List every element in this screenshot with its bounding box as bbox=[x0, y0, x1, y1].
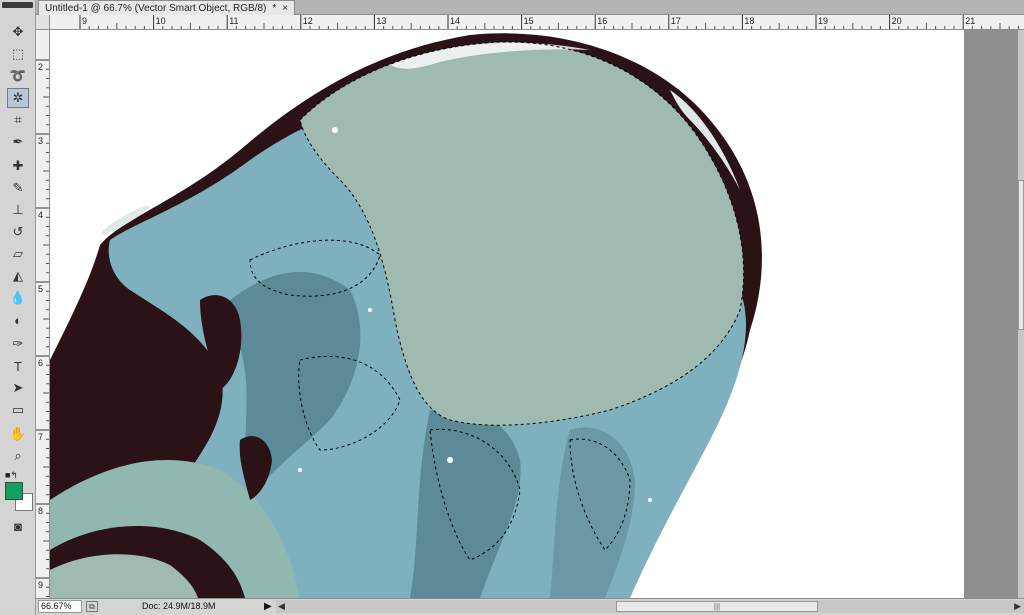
blur-icon[interactable]: 💧 bbox=[7, 288, 29, 308]
eraser-icon[interactable]: ▱ bbox=[7, 244, 29, 264]
ruler-label: 10 bbox=[156, 16, 166, 26]
hand-icon[interactable]: ✋ bbox=[7, 424, 29, 444]
ruler-label: 11 bbox=[229, 16, 238, 26]
panel-grip[interactable] bbox=[2, 2, 33, 8]
ruler-label: 16 bbox=[597, 16, 607, 26]
clone-stamp-icon[interactable]: ⊥ bbox=[7, 200, 29, 220]
vertical-scroll-thumb[interactable] bbox=[1018, 180, 1024, 330]
ruler-label: 13 bbox=[376, 16, 386, 26]
shape-icon[interactable]: ▭ bbox=[7, 400, 29, 420]
pen-icon[interactable]: ✑ bbox=[7, 334, 29, 354]
status-bar: 66.67% ⧉ Doc: 24.9M/18.9M ▶ ◀ ||| ▶ bbox=[36, 598, 1024, 615]
ruler-label: 17 bbox=[671, 16, 681, 26]
crop-icon[interactable]: ⌗ bbox=[7, 110, 29, 130]
jellyfish-artwork bbox=[50, 33, 762, 598]
document-tab-title: Untitled-1 @ 66.7% (Vector Smart Object,… bbox=[45, 2, 267, 14]
modified-marker: * bbox=[272, 2, 277, 14]
ruler-label: 2 bbox=[38, 62, 43, 72]
eyedropper-icon[interactable]: ✒ bbox=[7, 132, 29, 152]
ruler-label: 14 bbox=[450, 16, 460, 26]
marquee-icon[interactable]: ⬚ bbox=[7, 44, 29, 64]
color-swatches bbox=[5, 482, 35, 514]
foreground-color-swatch[interactable] bbox=[5, 482, 23, 500]
ruler-label: 9 bbox=[82, 16, 87, 26]
ruler-label: 9 bbox=[38, 580, 43, 590]
ruler-origin[interactable] bbox=[36, 15, 50, 30]
ruler-label: 20 bbox=[892, 16, 902, 26]
ruler-label: 12 bbox=[303, 16, 313, 26]
ruler-ticks-vertical: 2 3 4 5 6 7 8 9 bbox=[36, 59, 49, 597]
move-icon[interactable]: ✥ bbox=[7, 22, 29, 42]
vertical-scrollbar[interactable] bbox=[1018, 30, 1024, 598]
scroll-left-icon[interactable]: ◀ bbox=[278, 600, 285, 613]
highlight-spot bbox=[447, 457, 453, 463]
ruler-label: 3 bbox=[38, 136, 43, 146]
status-info-icon[interactable]: ⧉ bbox=[86, 601, 98, 612]
zoom-field[interactable]: 66.67% bbox=[38, 600, 82, 613]
ruler-label: 5 bbox=[38, 284, 43, 294]
horizontal-scroll-thumb[interactable]: ||| bbox=[616, 601, 818, 612]
ruler-label: 19 bbox=[818, 16, 828, 26]
horizontal-scrollbar[interactable]: ◀ ||| ▶ bbox=[276, 600, 1024, 613]
history-brush-icon[interactable]: ↺ bbox=[7, 222, 29, 242]
brush-icon[interactable]: ✎ bbox=[7, 178, 29, 198]
zoom-icon[interactable]: ⌕ bbox=[7, 446, 29, 466]
quick-mask-icon[interactable]: ◙ bbox=[7, 516, 29, 536]
default-colors-icon[interactable]: ■↰ bbox=[5, 470, 18, 480]
highlight-spot bbox=[648, 498, 652, 502]
status-menu-arrow-icon[interactable]: ▶ bbox=[264, 600, 272, 613]
ruler-label: 8 bbox=[38, 506, 43, 516]
dodge-icon[interactable]: ◐ bbox=[7, 310, 29, 330]
healing-brush-icon[interactable]: ✚ bbox=[7, 156, 29, 176]
path-selection-icon[interactable]: ➤ bbox=[7, 378, 29, 398]
tools-panel: ✥ ⬚ ➰ ✲ ⌗ ✒ ✚ ✎ ⊥ ↺ ▱ ◭ 💧 ◐ ✑ T ➤ ▭ ✋ ⌕ ■↰ ◙ bbox=[0, 0, 36, 615]
ruler-label: 4 bbox=[38, 210, 43, 220]
highlight-spot bbox=[298, 468, 302, 472]
document-canvas[interactable] bbox=[50, 30, 964, 598]
ruler-label: 21 bbox=[965, 16, 975, 26]
ruler-label: 18 bbox=[744, 16, 754, 26]
lasso-icon[interactable]: ➰ bbox=[7, 66, 29, 86]
document-tab-bar: Untitled-1 @ 66.7% (Vector Smart Object,… bbox=[36, 0, 1024, 15]
document-tab[interactable]: Untitled-1 @ 66.7% (Vector Smart Object,… bbox=[38, 0, 296, 15]
ruler-label: 15 bbox=[524, 16, 534, 26]
ruler-label: 6 bbox=[38, 358, 43, 368]
magic-wand-icon[interactable]: ✲ bbox=[7, 88, 29, 108]
highlight-spot bbox=[368, 308, 372, 312]
horizontal-ruler[interactable]: 9 10 11 12 13 14 15 16 17 18 19 20 21 bbox=[50, 15, 1024, 30]
paint-bucket-icon[interactable]: ◭ bbox=[7, 266, 29, 286]
ruler-ticks: 9 10 11 12 13 14 15 16 17 18 19 20 21 bbox=[79, 15, 1019, 29]
close-tab-icon[interactable]: × bbox=[282, 2, 288, 15]
pasteboard bbox=[964, 30, 1018, 598]
highlight-spot bbox=[332, 127, 338, 133]
ruler-label: 7 bbox=[38, 432, 43, 442]
scroll-right-icon[interactable]: ▶ bbox=[1014, 600, 1021, 613]
type-icon[interactable]: T bbox=[7, 356, 29, 376]
document-size-info: Doc: 24.9M/18.9M bbox=[142, 601, 216, 611]
vertical-ruler[interactable]: 2 3 4 5 6 7 8 9 bbox=[36, 30, 50, 598]
